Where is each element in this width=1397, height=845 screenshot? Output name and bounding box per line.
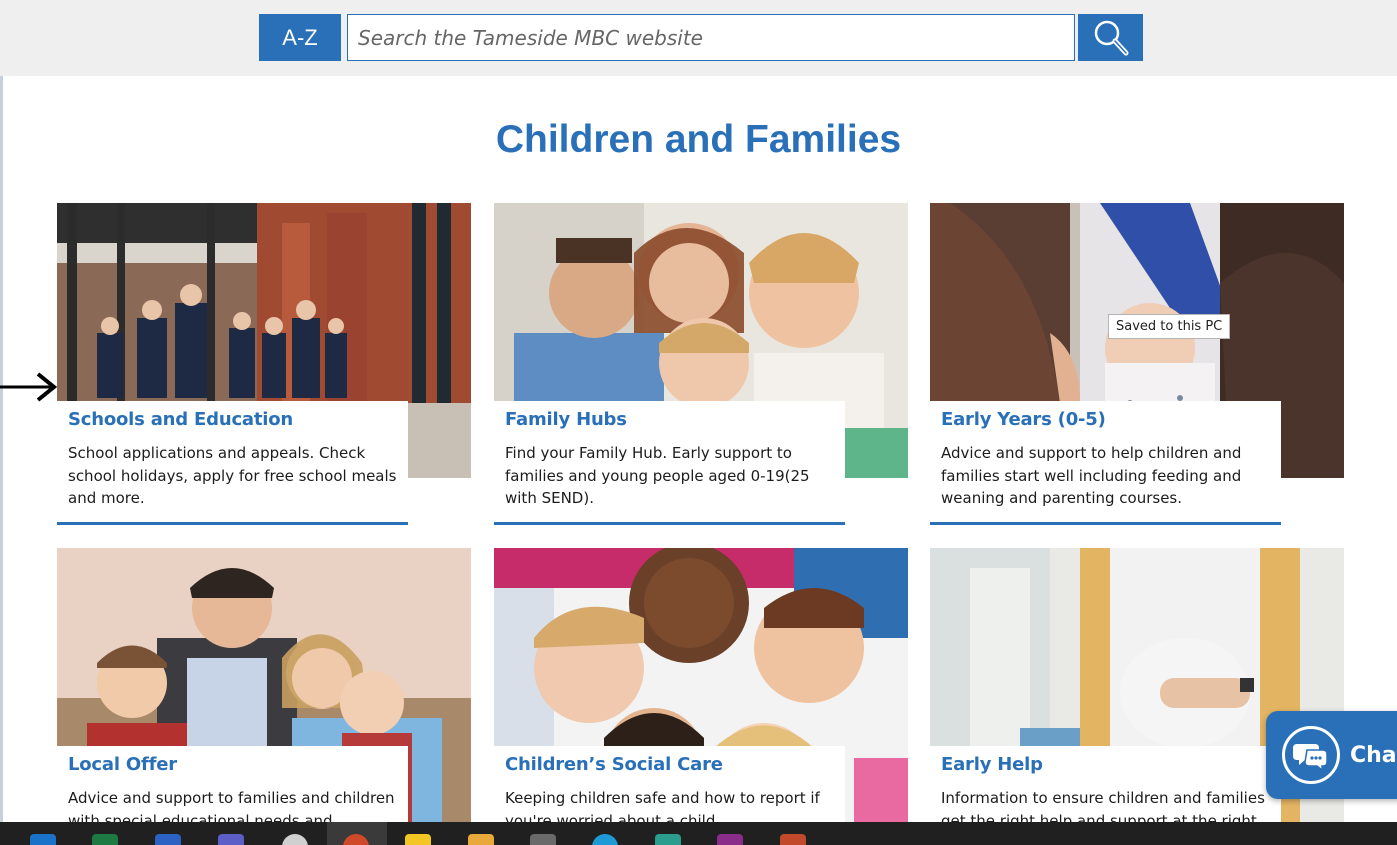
- arrow-right-icon: [0, 372, 58, 402]
- app-icon[interactable]: [282, 834, 308, 845]
- card-description: Advice and support to help children and …: [941, 444, 1242, 507]
- page: A-Z Children and Families: [0, 0, 1397, 845]
- card-schools-education[interactable]: Schools and Education School application…: [57, 203, 471, 533]
- excel-icon[interactable]: [92, 834, 118, 845]
- card-title-link[interactable]: Family Hubs: [505, 409, 845, 430]
- card-early-years[interactable]: Early Years (0-5) Advice and support to …: [930, 203, 1344, 533]
- taskbar: [0, 822, 1397, 845]
- card-description: Find your Family Hub. Early support to f…: [505, 444, 810, 507]
- card-text-panel: Early Years (0-5) Advice and support to …: [930, 401, 1281, 525]
- sticky-notes-icon[interactable]: [405, 834, 431, 845]
- app-icon-3[interactable]: [655, 834, 681, 845]
- card-title-link[interactable]: Early Help: [941, 754, 1281, 775]
- app-icon-2[interactable]: [530, 834, 556, 845]
- page-title: Children and Families: [495, 118, 902, 161]
- card-title-link[interactable]: Children’s Social Care: [505, 754, 845, 775]
- edge-icon[interactable]: [592, 834, 618, 845]
- card-family-hubs[interactable]: Family Hubs Find your Family Hub. Early …: [494, 203, 908, 533]
- file-explorer-icon[interactable]: [468, 834, 494, 845]
- saved-tooltip: Saved to this PC: [1108, 314, 1231, 339]
- powerpoint-icon[interactable]: [780, 834, 806, 845]
- app-icon-4[interactable]: [717, 834, 743, 845]
- card-text-panel: Family Hubs Find your Family Hub. Early …: [494, 401, 845, 525]
- card-text-panel: Schools and Education School application…: [57, 401, 408, 525]
- chat-button[interactable]: Chat: [1266, 711, 1397, 799]
- teams-icon[interactable]: [218, 834, 244, 845]
- chat-label: Chat: [1350, 742, 1397, 768]
- card-title-link[interactable]: Schools and Education: [68, 409, 408, 430]
- outlook-icon[interactable]: [30, 834, 56, 845]
- search-button[interactable]: [1078, 14, 1143, 61]
- chat-bubbles-icon: [1282, 726, 1340, 784]
- search-icon: [1094, 20, 1128, 55]
- card-title-link[interactable]: Local Offer: [68, 754, 408, 775]
- card-title-link[interactable]: Early Years (0-5): [941, 409, 1281, 430]
- card-childrens-social-care[interactable]: Children’s Social Care Keeping children …: [494, 548, 908, 845]
- card-early-help[interactable]: Early Help Information to ensure childre…: [930, 548, 1344, 845]
- search-input[interactable]: [347, 14, 1075, 61]
- a-z-button[interactable]: A-Z: [259, 14, 341, 61]
- card-local-offer[interactable]: Local Offer Advice and support to famili…: [57, 548, 471, 845]
- card-description: School applications and appeals. Check s…: [68, 444, 397, 507]
- word-icon[interactable]: [155, 834, 181, 845]
